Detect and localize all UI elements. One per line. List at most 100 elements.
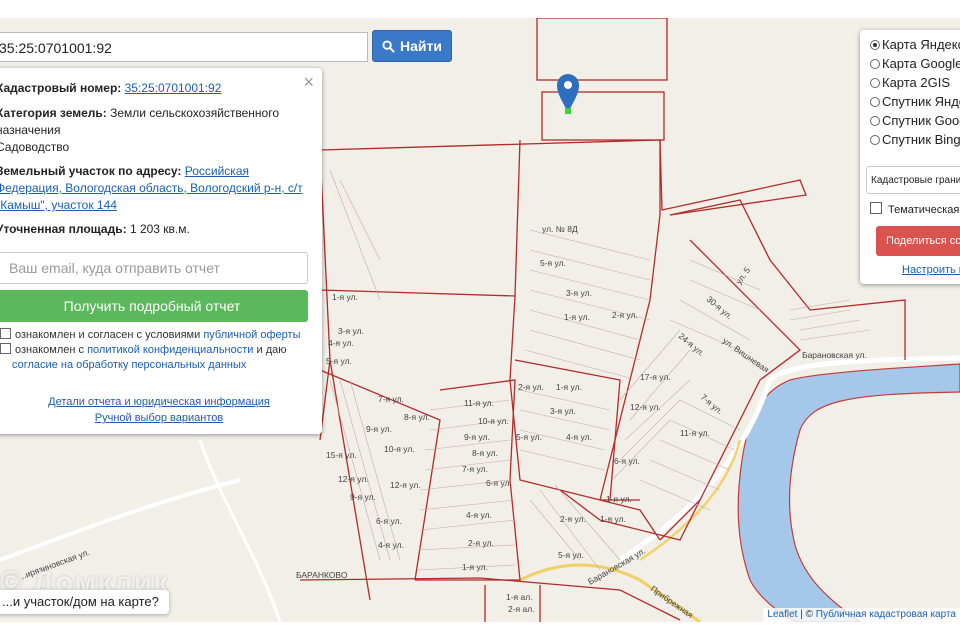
parcel-info-panel: × Кадастровый номер: 35:25:0701001:92 Ка… (0, 68, 322, 434)
cadastral-label: Кадастровый номер: (0, 81, 122, 95)
svg-text:17-я ул.: 17-я ул. (640, 372, 671, 382)
svg-text:12-я ул.: 12-я ул. (338, 474, 369, 484)
svg-text:12-я ул.: 12-я ул. (390, 480, 421, 490)
leaflet-link[interactable]: Leaflet (767, 609, 797, 620)
area-value: 1 203 кв.м. (129, 222, 190, 236)
svg-text:6-я ул.: 6-я ул. (614, 456, 640, 466)
consent-offer-text: ознакомлен и согласен с условиями (15, 329, 204, 341)
search-button-label: Найти (400, 38, 442, 54)
svg-text:2-я ул.: 2-я ул. (468, 538, 494, 548)
svg-text:5-я ул.: 5-я ул. (540, 258, 566, 268)
manual-select-link[interactable]: Ручной выбор вариантов (95, 412, 223, 424)
svg-text:7-я ул.: 7-я ул. (699, 392, 725, 416)
svg-text:1-я ул.: 1-я ул. (462, 562, 488, 572)
search-icon (382, 39, 395, 53)
svg-text:1-я ул.: 1-я ул. (606, 494, 632, 504)
overlay-select[interactable]: Кадастровые границы (866, 166, 960, 194)
radio-icon[interactable] (870, 78, 880, 88)
report-details-link[interactable]: Детали отчета и юридическая информация (48, 396, 270, 408)
svg-text:7-я ул.: 7-я ул. (378, 394, 404, 404)
offer-checkbox[interactable] (0, 328, 11, 339)
svg-text:3-я ул.: 3-я ул. (338, 326, 364, 336)
pkk-link[interactable]: Публичная кадастровая карта (816, 609, 956, 620)
location-marker[interactable] (557, 74, 579, 114)
public-offer-link[interactable]: публичной оферты (203, 329, 300, 341)
svg-text:2-я ал.: 2-я ал. (508, 604, 535, 614)
svg-text:10-я ул.: 10-я ул. (478, 416, 509, 426)
svg-text:1-я ул.: 1-я ул. (600, 514, 626, 524)
svg-text:1-я ал.: 1-я ал. (506, 592, 533, 602)
layer-option-bing-satellite[interactable]: Спутник Bing (870, 131, 960, 149)
find-on-map-prompt[interactable]: ...и участок/дом на карте? (0, 590, 169, 614)
svg-text:Прибрежная: Прибрежная (649, 583, 696, 620)
radio-icon[interactable] (870, 59, 880, 69)
layer-option-google-satellite[interactable]: Спутник Google (870, 112, 960, 130)
map-attribution: Leaflet | © Публичная кадастровая карта (763, 608, 960, 622)
layer-option-google-map[interactable]: Карта Google (870, 55, 960, 73)
svg-text:БАРАНКОВО: БАРАНКОВО (296, 570, 348, 580)
svg-text:11-я ул.: 11-я ул. (680, 428, 710, 438)
consent-privacy-text: ознакомлен с (15, 344, 88, 356)
svg-text:4-я ул.: 4-я ул. (466, 510, 492, 520)
map-layers-panel: Карта Яндекс Карта Google Карта 2GIS Спу… (860, 30, 960, 284)
svg-text:1-я ул.: 1-я ул. (332, 292, 358, 302)
map-settings-link[interactable]: Настроить карту (902, 264, 960, 276)
area-label: Уточненная площадь: (0, 222, 127, 236)
radio-icon[interactable] (870, 116, 880, 126)
svg-text:3-я ул.: 3-я ул. (566, 288, 592, 298)
cadastral-number-link[interactable]: 35:25:0701001:92 (125, 81, 222, 95)
consent-privacy-row: ознакомлен с политикой конфиденциальност… (0, 343, 286, 373)
cadastral-search-input[interactable]: 35:25:0701001:92 (0, 32, 368, 62)
river (737, 363, 960, 622)
svg-text:24-я ул.: 24-я ул. (677, 331, 707, 358)
svg-text:2-я ул.: 2-я ул. (518, 382, 544, 392)
search-button[interactable]: Найти (372, 30, 452, 62)
svg-text:1-я ул.: 1-я ул. (564, 312, 590, 322)
svg-text:2-я ул.: 2-я ул. (612, 310, 638, 320)
thematic-checkbox[interactable] (870, 202, 882, 214)
category-label: Категория земель: (0, 106, 107, 120)
personal-data-consent-link[interactable]: согласие на обработку персональных данны… (12, 359, 246, 371)
consent-privacy-tail: и даю (253, 344, 287, 356)
thematic-map-row[interactable]: Тематическая карта (870, 202, 960, 216)
email-field[interactable]: Ваш email, куда отправить отчет (0, 252, 308, 284)
svg-text:9-я ул.: 9-я ул. (464, 432, 490, 442)
svg-text:8-я ул.: 8-я ул. (404, 412, 430, 422)
svg-text:2-я ул.: 2-я ул. (560, 514, 586, 524)
svg-text:5-я ул.: 5-я ул. (558, 550, 584, 560)
layer-option-yandex-satellite[interactable]: Спутник Яндекс (870, 93, 960, 111)
radio-icon[interactable] (870, 135, 880, 145)
svg-text:12-я ул.: 12-я ул. (630, 402, 661, 412)
radio-icon[interactable] (870, 97, 880, 107)
svg-text:15-я ул.: 15-я ул. (326, 450, 357, 460)
svg-text:5-я ул.: 5-я ул. (326, 356, 352, 366)
svg-text:3-я ул.: 3-я ул. (550, 406, 576, 416)
svg-text:8-я ул.: 8-я ул. (472, 448, 498, 458)
cadastral-boundaries (299, 18, 906, 622)
svg-text:6-я ул.: 6-я ул. (486, 478, 512, 488)
radio-icon[interactable] (870, 40, 880, 50)
privacy-policy-link[interactable]: политикой конфиденциальности (87, 344, 253, 356)
layer-option-2gis-map[interactable]: Карта 2GIS (870, 74, 950, 92)
consent-offer-row: ознакомлен и согласен с условиями публич… (0, 328, 301, 343)
svg-text:7-я ул.: 7-я ул. (462, 464, 488, 474)
svg-text:9-я ул.: 9-я ул. (350, 492, 376, 502)
layer-option-yandex-map[interactable]: Карта Яндекс (870, 36, 960, 54)
svg-text:5-я ул.: 5-я ул. (516, 432, 542, 442)
svg-text:6-я ул.: 6-я ул. (376, 516, 402, 526)
share-link-button[interactable]: Поделиться ссылкой (876, 226, 960, 256)
svg-text:11-я ул.: 11-я ул. (464, 398, 494, 408)
svg-text:1-я ул.: 1-я ул. (556, 382, 582, 392)
map-label-8d: ул. № 8Д (542, 224, 578, 234)
land-use-value: Садоводство (0, 140, 70, 154)
get-report-button[interactable]: Получить подробный отчет (0, 290, 308, 322)
svg-text:9-я ул.: 9-я ул. (366, 424, 392, 434)
svg-text:4-я ул.: 4-я ул. (566, 432, 592, 442)
svg-text:4-я ул.: 4-я ул. (378, 540, 404, 550)
svg-text:10-я ул.: 10-я ул. (384, 444, 415, 454)
privacy-checkbox[interactable] (0, 343, 11, 354)
svg-text:Барановская ул.: Барановская ул. (802, 350, 867, 360)
svg-text:30-я ул.: 30-я ул. (705, 294, 735, 321)
svg-text:ул. 5: ул. 5 (733, 265, 752, 286)
svg-text:ул. Вишневая: ул. Вишневая (721, 335, 771, 374)
